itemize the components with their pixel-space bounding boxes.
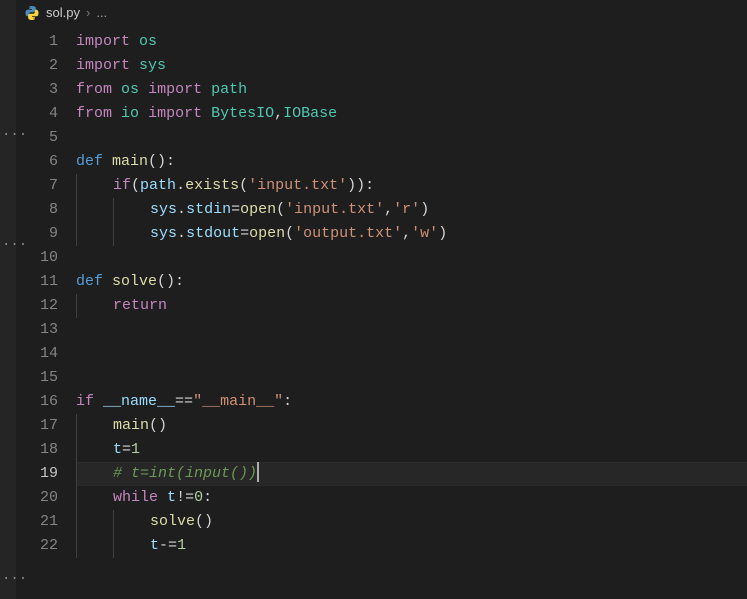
python-file-icon	[24, 4, 40, 21]
code-line[interactable]: def solve():	[76, 270, 747, 294]
line-number: 5	[16, 126, 58, 150]
text-cursor	[257, 462, 259, 482]
code-line[interactable]	[76, 366, 747, 390]
code-line[interactable]: while t!=0:	[76, 486, 747, 510]
breadcrumb-trail[interactable]: ...	[96, 5, 107, 20]
code-line[interactable]: sys.stdin=open('input.txt','r')	[76, 198, 747, 222]
code-line[interactable]	[76, 246, 747, 270]
line-number: 16	[16, 390, 58, 414]
code-line[interactable]: if __name__=="__main__":	[76, 390, 747, 414]
breadcrumb-filename[interactable]: sol.py	[46, 5, 80, 20]
line-number: 20	[16, 486, 58, 510]
code-line[interactable]	[76, 318, 747, 342]
line-number: 1	[16, 30, 58, 54]
line-number: 14	[16, 342, 58, 366]
line-number: 4	[16, 102, 58, 126]
line-number: 13	[16, 318, 58, 342]
line-number: 10	[16, 246, 58, 270]
line-number: 15	[16, 366, 58, 390]
line-number: 2	[16, 54, 58, 78]
line-number: 8	[16, 198, 58, 222]
code-line[interactable]: if(path.exists('input.txt')):	[76, 174, 747, 198]
line-number: 7	[16, 174, 58, 198]
breadcrumb[interactable]: sol.py › ...	[24, 4, 107, 21]
line-number-gutter: 12345678910111213141516171819202122	[16, 30, 76, 599]
line-number: 9	[16, 222, 58, 246]
code-line[interactable]: from os import path	[76, 78, 747, 102]
code-line[interactable]	[76, 342, 747, 366]
code-line[interactable]: return	[76, 294, 747, 318]
code-line[interactable]: import os	[76, 30, 747, 54]
code-line[interactable]: solve()	[76, 510, 747, 534]
line-number: 11	[16, 270, 58, 294]
activity-bar: ··· ··· ···	[0, 0, 16, 599]
line-number: 19	[16, 462, 58, 486]
line-number: 18	[16, 438, 58, 462]
line-number: 21	[16, 510, 58, 534]
code-line[interactable]: # t=int(input())	[76, 462, 747, 486]
code-line[interactable]: t-=1	[76, 534, 747, 558]
code-line[interactable]: from io import BytesIO,IOBase	[76, 102, 747, 126]
line-number: 22	[16, 534, 58, 558]
code-line[interactable]: t=1	[76, 438, 747, 462]
line-number: 3	[16, 78, 58, 102]
code-line[interactable]: main()	[76, 414, 747, 438]
line-number: 6	[16, 150, 58, 174]
line-number: 17	[16, 414, 58, 438]
code-editor[interactable]: 12345678910111213141516171819202122 impo…	[16, 26, 747, 599]
code-area[interactable]: import osimport sysfrom os import pathfr…	[76, 30, 747, 599]
code-line[interactable]: sys.stdout=open('output.txt','w')	[76, 222, 747, 246]
code-line[interactable]: def main():	[76, 150, 747, 174]
chevron-right-icon: ›	[86, 5, 90, 20]
breadcrumb-bar: sol.py › ...	[16, 0, 747, 26]
code-line[interactable]	[76, 126, 747, 150]
code-line[interactable]: import sys	[76, 54, 747, 78]
line-number: 12	[16, 294, 58, 318]
